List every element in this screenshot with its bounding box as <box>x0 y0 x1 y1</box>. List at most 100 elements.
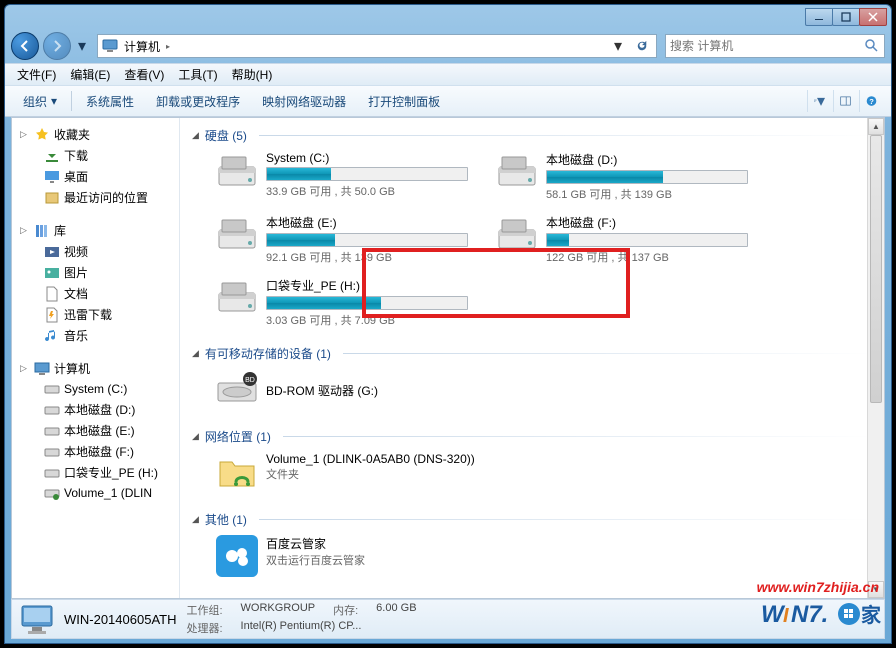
network-type: 文件夹 <box>266 466 475 482</box>
search-input[interactable] <box>670 39 864 53</box>
scroll-down-button[interactable]: ▼ <box>868 581 884 598</box>
minimize-button[interactable] <box>805 8 833 26</box>
hdd-icon <box>216 151 258 193</box>
sidebar-computer[interactable]: ▷计算机 <box>12 358 179 379</box>
sidebar: ▷收藏夹 下载 桌面 最近访问的位置 ▷库 视频 图片 文档 迅雷下载 音乐 ▷… <box>12 118 180 598</box>
maximize-button[interactable] <box>832 8 860 26</box>
bdrom-icon: BD <box>216 369 258 411</box>
drive-item[interactable]: 本地磁盘 (F:) 122 GB 可用 , 共 137 GB <box>492 210 752 269</box>
forward-button[interactable] <box>43 32 71 60</box>
nav-history-dropdown[interactable]: ▾ <box>75 36 89 56</box>
section-other[interactable]: ◢其他 (1) <box>192 508 872 531</box>
explorer-window: ▾ 计算机 ▸ ▾ 文件(F) 编辑(E) 查看(V) 工具(T) 帮助(H) … <box>4 4 892 644</box>
address-dropdown[interactable]: ▾ <box>608 36 628 56</box>
map-netdrive-button[interactable]: 映射网络驱动器 <box>252 89 356 114</box>
menu-bar: 文件(F) 编辑(E) 查看(V) 工具(T) 帮助(H) <box>5 63 891 85</box>
library-icon <box>34 223 50 239</box>
control-panel-button[interactable]: 打开控制面板 <box>358 89 450 114</box>
menu-tools[interactable]: 工具(T) <box>172 64 223 85</box>
picture-icon <box>44 265 60 281</box>
content-scrollbar[interactable]: ▲ ▼ <box>867 118 884 598</box>
help-button[interactable]: ? <box>859 90 883 112</box>
star-icon <box>34 127 50 143</box>
drive-item[interactable]: 本地磁盘 (D:) 58.1 GB 可用 , 共 139 GB <box>492 147 752 206</box>
section-hdd[interactable]: ◢硬盘 (5) <box>192 124 872 147</box>
xunlei-icon <box>44 307 60 323</box>
sidebar-item-music[interactable]: 音乐 <box>12 325 179 346</box>
main-body: ▷收藏夹 下载 桌面 最近访问的位置 ▷库 视频 图片 文档 迅雷下载 音乐 ▷… <box>11 117 885 599</box>
menu-file[interactable]: 文件(F) <box>11 64 62 85</box>
drive-icon <box>44 465 60 481</box>
section-network[interactable]: ◢网络位置 (1) <box>192 425 872 448</box>
toolbar: 组织 ▾ 系统属性 卸载或更改程序 映射网络驱动器 打开控制面板 ▾ ? <box>5 85 891 117</box>
computer-icon <box>34 361 50 377</box>
status-workgroup-label: 工作组: <box>186 602 222 618</box>
sidebar-item-volume1[interactable]: Volume_1 (DLIN <box>12 483 179 503</box>
nav-bar: ▾ 计算机 ▸ ▾ <box>5 29 891 63</box>
sidebar-item-downloads[interactable]: 下载 <box>12 145 179 166</box>
sidebar-item-drive-h[interactable]: 口袋专业_PE (H:) <box>12 462 179 483</box>
sidebar-item-recent[interactable]: 最近访问的位置 <box>12 187 179 208</box>
drive-icon <box>44 381 60 397</box>
download-icon <box>44 148 60 164</box>
system-properties-button[interactable]: 系统属性 <box>76 89 144 114</box>
desktop-icon <box>44 169 60 185</box>
sidebar-favorites[interactable]: ▷收藏夹 <box>12 124 179 145</box>
other-baiduyun[interactable]: 百度云管家 双击运行百度云管家 <box>212 531 872 581</box>
scroll-up-button[interactable]: ▲ <box>868 118 884 135</box>
hdd-icon <box>216 277 258 319</box>
drive-bdrom[interactable]: BD BD-ROM 驱动器 (G:) <box>212 365 872 415</box>
status-memory: 6.00 GB <box>376 602 416 618</box>
menu-edit[interactable]: 编辑(E) <box>64 64 116 85</box>
scroll-thumb[interactable] <box>870 135 882 403</box>
video-icon <box>44 244 60 260</box>
netfolder-icon <box>216 452 258 494</box>
hdd-icon <box>496 151 538 193</box>
sidebar-item-drive-d[interactable]: 本地磁盘 (D:) <box>12 399 179 420</box>
view-mode-button[interactable]: ▾ <box>807 90 831 112</box>
close-button[interactable] <box>859 8 887 26</box>
titlebar <box>5 5 891 29</box>
svg-text:?: ? <box>869 97 874 106</box>
sidebar-item-xunlei[interactable]: 迅雷下载 <box>12 304 179 325</box>
computer-icon <box>102 38 118 54</box>
other-name: 百度云管家 <box>266 535 365 552</box>
drive-icon <box>44 423 60 439</box>
menu-help[interactable]: 帮助(H) <box>226 64 279 85</box>
menu-view[interactable]: 查看(V) <box>118 64 170 85</box>
network-volume1[interactable]: Volume_1 (DLINK-0A5AB0 (DNS-320)) 文件夹 <box>212 448 872 498</box>
preview-pane-button[interactable] <box>833 90 857 112</box>
address-bar[interactable]: 计算机 ▸ ▾ <box>97 34 657 58</box>
other-sub: 双击运行百度云管家 <box>266 552 365 568</box>
sidebar-item-drive-c[interactable]: System (C:) <box>12 379 179 399</box>
computer-icon <box>20 602 54 636</box>
status-memory-label: 内存: <box>333 602 358 618</box>
sidebar-item-drive-f[interactable]: 本地磁盘 (F:) <box>12 441 179 462</box>
back-button[interactable] <box>11 32 39 60</box>
breadcrumb-sep-icon[interactable]: ▸ <box>166 42 170 51</box>
baiduyun-icon <box>216 535 258 577</box>
search-box[interactable] <box>665 34 885 58</box>
status-computer-name: WIN-20140605ATH <box>64 612 176 627</box>
hdd-icon <box>216 214 258 256</box>
drive-item[interactable]: 口袋专业_PE (H:) 3.03 GB 可用 , 共 7.09 GB <box>212 273 472 332</box>
status-cpu-label: 处理器: <box>186 620 222 636</box>
uninstall-button[interactable]: 卸载或更改程序 <box>146 89 250 114</box>
drive-item[interactable]: 本地磁盘 (E:) 92.1 GB 可用 , 共 139 GB <box>212 210 472 269</box>
drive-icon <box>44 402 60 418</box>
netdrive-icon <box>44 485 60 501</box>
sidebar-item-drive-e[interactable]: 本地磁盘 (E:) <box>12 420 179 441</box>
recent-icon <box>44 190 60 206</box>
drive-item[interactable]: System (C:) 33.9 GB 可用 , 共 50.0 GB <box>212 147 472 206</box>
sidebar-item-documents[interactable]: 文档 <box>12 283 179 304</box>
refresh-button[interactable] <box>632 36 652 56</box>
sidebar-libraries[interactable]: ▷库 <box>12 220 179 241</box>
status-bar: WIN-20140605ATH 工作组: WORKGROUP 内存: 6.00 … <box>11 599 885 639</box>
sidebar-item-pictures[interactable]: 图片 <box>12 262 179 283</box>
sidebar-item-desktop[interactable]: 桌面 <box>12 166 179 187</box>
section-removable[interactable]: ◢有可移动存储的设备 (1) <box>192 342 872 365</box>
sidebar-item-videos[interactable]: 视频 <box>12 241 179 262</box>
organize-button[interactable]: 组织 ▾ <box>13 89 67 114</box>
breadcrumb-root[interactable]: 计算机 <box>122 38 162 55</box>
network-name: Volume_1 (DLINK-0A5AB0 (DNS-320)) <box>266 452 475 466</box>
